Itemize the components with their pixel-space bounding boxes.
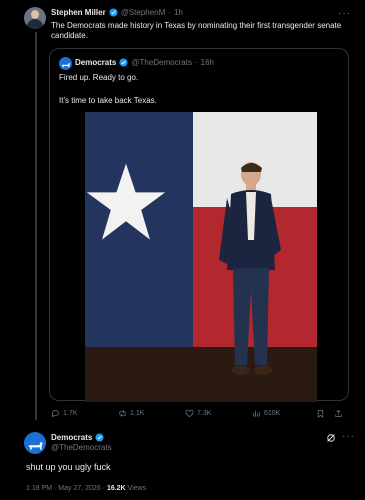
repost-icon (119, 410, 126, 417)
quote-text-line-2: It's time to take back Texas. (59, 96, 157, 105)
dot-separator: · (168, 8, 171, 17)
bookmark-button[interactable] (316, 409, 325, 418)
quote-header: Democrats @TheDemocrats · 16h (75, 58, 214, 67)
tweet-header: Stephen Miller @StephenM · 1h (51, 8, 183, 17)
heart-icon (185, 409, 194, 418)
reply-author-name[interactable]: Democrats (51, 433, 92, 442)
reply-button[interactable]: 1.7K (51, 409, 77, 418)
reply-meta: 1:18 PM · May 27, 2026 · 16.2K Views (26, 485, 146, 492)
share-button[interactable] (334, 409, 343, 418)
analytics-icon (253, 410, 260, 417)
person-figure (219, 162, 281, 375)
like-button[interactable]: 7.3K (185, 409, 211, 418)
dot-separator: · (194, 58, 198, 67)
quoted-tweet-card[interactable]: Democrats @TheDemocrats · 16h Fired up. … (49, 48, 349, 402)
quote-photo[interactable] (85, 112, 317, 402)
reply-header: Democrats (51, 433, 104, 442)
quote-author-handle[interactable]: @TheDemocrats (131, 58, 192, 67)
texas-star-icon (86, 163, 166, 240)
like-count: 7.3K (197, 410, 212, 417)
author-name[interactable]: Stephen Miller (51, 8, 106, 17)
quote-avatar[interactable] (59, 57, 72, 70)
verified-badge-icon (109, 8, 118, 17)
quote-author-name[interactable]: Democrats (75, 58, 116, 67)
reply-views-count: 16.2K (106, 485, 126, 492)
more-options-icon[interactable]: ··· (338, 8, 351, 19)
views-count: 610K (264, 410, 281, 417)
verified-badge-icon (95, 433, 104, 442)
tweet-text: The Democrats made history in Texas by n… (51, 21, 342, 40)
engagement-bar: 1.7K 1.1K 7.3K 610K (51, 409, 351, 421)
author-avatar[interactable] (24, 7, 46, 29)
quote-time[interactable]: 16h (201, 58, 214, 67)
reply-count: 1.7K (63, 410, 78, 417)
reply-author-handle[interactable]: @TheDemocrats (51, 443, 112, 452)
share-icon (335, 409, 342, 418)
donkey-logo-icon (61, 62, 71, 68)
thread-line (35, 32, 37, 420)
repost-button[interactable]: 1.1K (118, 409, 144, 418)
author-handle[interactable]: @StephenM (121, 8, 166, 17)
grok-icon[interactable] (326, 433, 336, 443)
quote-text-line-1: Fired up. Ready to go. (59, 73, 139, 82)
reply-text: shut up you ugly fuck (26, 462, 111, 472)
views-button[interactable]: 610K (252, 409, 280, 418)
reply-views-label: Views (125, 485, 147, 492)
reply-avatar[interactable] (24, 432, 46, 454)
reply-timestamp[interactable]: 1:18 PM · May 27, 2026 · (26, 485, 107, 492)
reply-icon (51, 410, 59, 418)
bookmark-icon (317, 409, 324, 418)
donkey-logo-icon (28, 441, 43, 450)
verified-badge-icon (119, 58, 128, 67)
tweet-time[interactable]: 1h (174, 8, 183, 17)
more-options-icon[interactable]: ··· (342, 431, 355, 442)
repost-count: 1.1K (130, 410, 145, 417)
